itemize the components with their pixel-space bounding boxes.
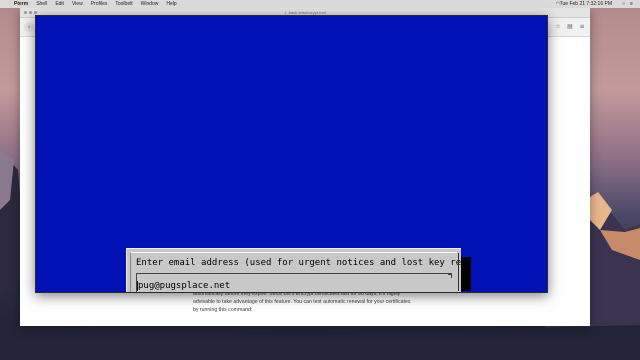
menu-item-edit[interactable]: Edit [55,1,64,7]
notification-center-icon[interactable]: ≡ [630,2,634,7]
menu-item-help[interactable]: Help [166,1,176,7]
menu-item-window[interactable]: Window [141,1,159,7]
menubar-status-area: ◠ Tue Feb 21 7:32:16 PM ○ ≡ [552,1,634,7]
email-input-dialog: Enter email address (used for urgent not… [126,248,461,292]
menubar-clock[interactable]: Tue Feb 21 7:32:16 PM [560,1,612,7]
menu-item-toolbelt[interactable]: Toolbelt [115,1,132,7]
dialog-shadow [460,257,471,291]
menu-item-view[interactable]: View [72,1,83,7]
input-corner [448,274,452,278]
menu-bar: Pterm Shell Edit View Profiles Toolbelt … [0,0,640,8]
menu-item-profiles[interactable]: Profiles [91,1,108,7]
extension-icon[interactable]: ▤ [566,23,574,31]
article-line: advisable to take advantage of this feat… [193,299,411,305]
menu-item-shell[interactable]: Shell [36,1,47,7]
email-field-value[interactable]: pug@pugsplace.net [138,281,230,291]
apple-menu-icon[interactable] [4,1,10,7]
dialog-prompt: Enter email address (used for urgent not… [136,258,461,268]
back-arrow-icon[interactable]: ‹ [24,22,34,32]
search-icon[interactable]: ○ [622,2,626,7]
email-field[interactable]: pug@pugsplace.net [136,273,452,292]
menu-item-app[interactable]: Pterm [14,1,28,7]
bookmark-star-icon[interactable]: ☆ [554,23,562,31]
dialog-scroll-indicator [456,253,459,291]
browser-menu-icon[interactable]: ≡ [578,23,586,31]
article-line: by running this command: [193,307,253,313]
page-article-text: automatically before they expire. Since … [193,290,443,314]
